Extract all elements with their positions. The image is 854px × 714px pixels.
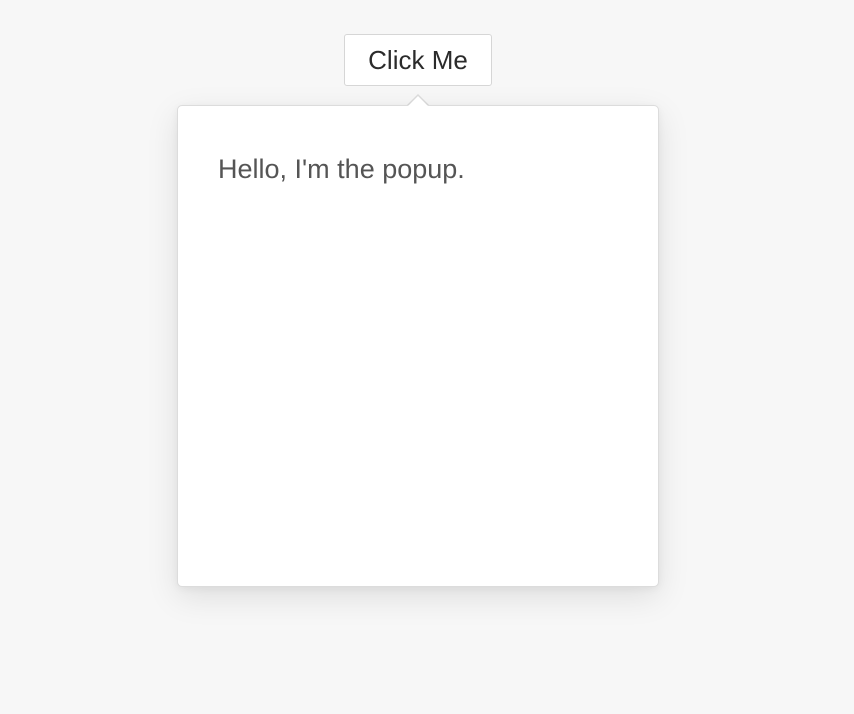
popup-panel: Hello, I'm the popup. xyxy=(177,105,659,587)
popup-arrow-fill xyxy=(407,96,429,107)
click-me-button[interactable]: Click Me xyxy=(344,34,492,86)
popup-message: Hello, I'm the popup. xyxy=(218,154,465,184)
page: Click Me Hello, I'm the popup. xyxy=(0,0,854,714)
